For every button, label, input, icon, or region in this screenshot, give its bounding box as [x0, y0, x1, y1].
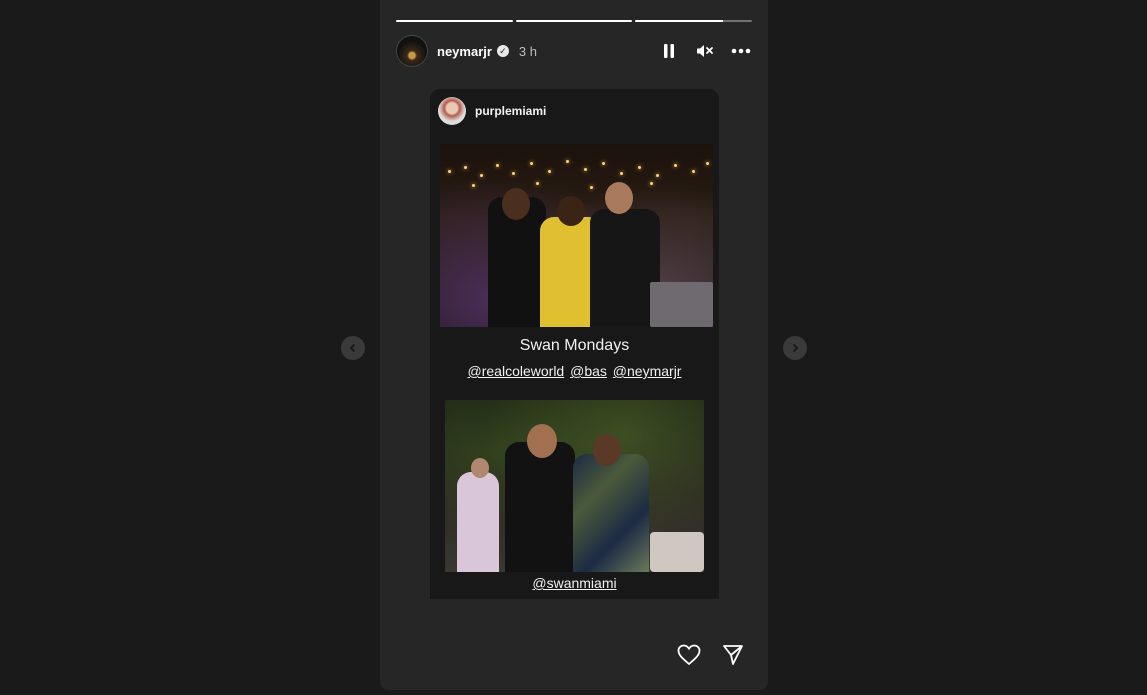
light-bulb: [530, 162, 533, 165]
mention-link[interactable]: @bas: [570, 363, 607, 379]
person-figure: [573, 454, 649, 572]
light-bulb: [620, 172, 623, 175]
share-button[interactable]: [720, 642, 746, 668]
reshared-post-header: purplemiami: [438, 97, 546, 125]
story-username[interactable]: neymarjr: [437, 44, 492, 59]
reshared-post-card[interactable]: purplemiami Swan Mondays @realcoleworld …: [430, 89, 719, 599]
person-head: [471, 458, 489, 478]
mention-link[interactable]: @swanmiami: [532, 575, 616, 591]
mention-link[interactable]: @neymarjr: [613, 363, 682, 379]
muted-speaker-icon: [697, 45, 713, 57]
story-progress-bar: [396, 20, 753, 22]
post-caption: Swan Mondays: [519, 337, 630, 354]
avatar[interactable]: [396, 35, 428, 67]
pause-icon: [664, 44, 674, 58]
mute-button[interactable]: [694, 40, 716, 62]
progress-segment: [396, 20, 513, 22]
light-bulb: [496, 164, 499, 167]
light-bulb: [638, 166, 641, 169]
post-photo-group: [440, 144, 713, 327]
light-bulb: [650, 182, 653, 185]
verified-badge-icon: ✓: [496, 45, 509, 57]
heart-icon: [677, 644, 701, 666]
progress-segment: [635, 20, 753, 22]
light-bulb: [472, 184, 475, 187]
more-options-button[interactable]: [730, 40, 752, 62]
person-head: [527, 424, 557, 458]
like-button[interactable]: [676, 642, 702, 668]
light-bulb: [480, 174, 483, 177]
more-options-icon: [731, 48, 751, 54]
person-figure: [505, 442, 575, 572]
progress-segment: [515, 20, 633, 22]
person-head: [557, 196, 585, 226]
light-bulb: [602, 162, 605, 165]
light-bulb: [706, 162, 709, 165]
person-figure: [457, 472, 499, 572]
person-head: [605, 182, 633, 214]
story-header: neymarjr ✓ 3 h: [396, 34, 752, 68]
light-bulb: [584, 168, 587, 171]
light-bulb: [590, 186, 593, 189]
light-bulb: [548, 170, 551, 173]
avatar[interactable]: [438, 97, 466, 125]
story-controls: [658, 40, 752, 62]
send-icon: [723, 645, 743, 665]
light-bulb: [692, 170, 695, 173]
post-photo-duo: [445, 400, 704, 572]
light-bulb: [464, 166, 467, 169]
chevron-right-icon: [792, 343, 799, 353]
story-viewer[interactable]: neymarjr ✓ 3 h purplemiami Swan Mondays …: [380, 0, 768, 690]
mention-link[interactable]: @realcoleworld: [468, 363, 565, 379]
table: [650, 282, 713, 327]
light-bulb: [512, 172, 515, 175]
light-bulb: [448, 170, 451, 173]
reshared-username[interactable]: purplemiami: [475, 104, 546, 118]
story-timestamp: 3 h: [518, 43, 537, 59]
mention-list: @realcoleworld @bas @neymarjr: [430, 363, 719, 379]
light-bulb: [566, 160, 569, 163]
pause-button[interactable]: [658, 40, 680, 62]
person-head: [593, 434, 621, 466]
next-story-button[interactable]: [783, 336, 807, 360]
story-actions: [676, 642, 746, 668]
light-bulb: [656, 174, 659, 177]
chairs: [650, 532, 704, 572]
person-head: [502, 188, 530, 220]
light-bulb: [536, 182, 539, 185]
previous-story-button[interactable]: [341, 336, 365, 360]
light-bulb: [674, 164, 677, 167]
string-lights: [440, 152, 713, 192]
venue-mention: @swanmiami: [430, 575, 719, 591]
chevron-left-icon: [349, 343, 356, 353]
